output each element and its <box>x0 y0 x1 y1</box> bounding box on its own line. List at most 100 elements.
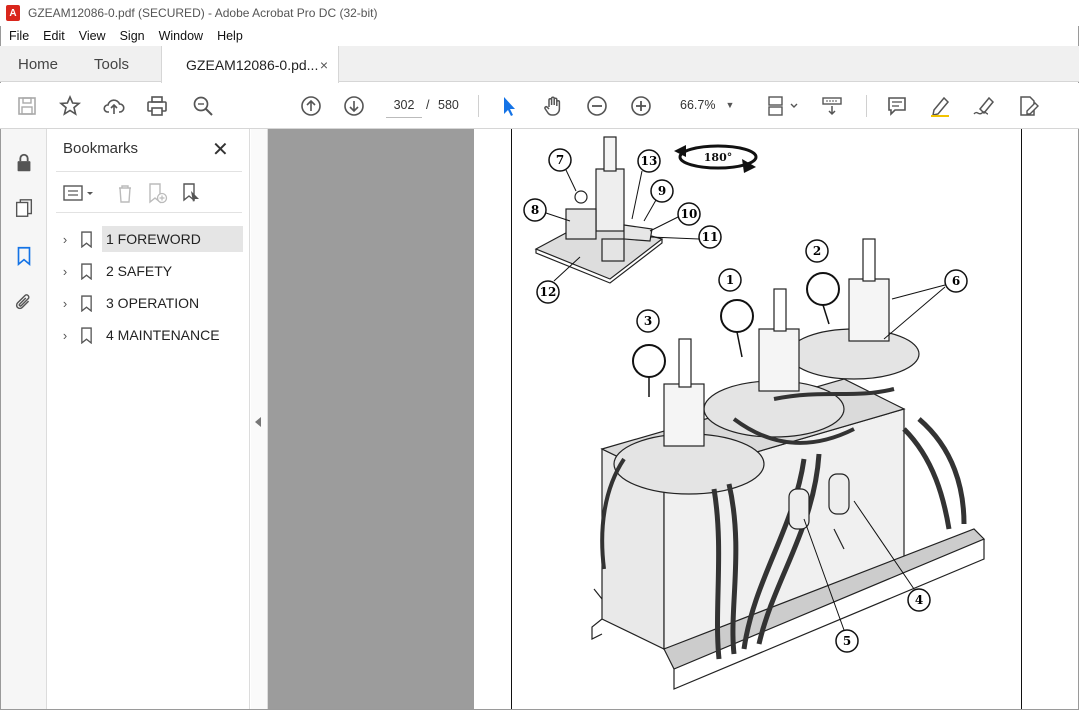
tab-tools[interactable]: Tools <box>76 46 147 82</box>
title-bar: A GZEAM12086-0.pdf (SECURED) - Adobe Acr… <box>0 0 1079 26</box>
collapse-arrow-icon <box>255 417 261 427</box>
panel-collapse-handle[interactable] <box>251 129 268 709</box>
next-page-icon[interactable] <box>341 93 367 119</box>
acrobat-app-icon: A <box>6 5 20 21</box>
bookmark-item-maintenance[interactable]: › 4 MAINTENANCE <box>56 319 246 351</box>
callout-1-label: 1 <box>726 273 734 287</box>
callout-11: 11 <box>698 225 722 249</box>
window-title: GZEAM12086-0.pdf (SECURED) - Adobe Acrob… <box>28 6 378 20</box>
rotation-indicator: 180° <box>674 144 758 173</box>
callout-8: 8 <box>523 198 547 222</box>
bookmark-item-foreword[interactable]: › 1 FOREWORD <box>56 223 246 255</box>
tab-close-icon[interactable]: × <box>320 57 328 73</box>
chevron-right-icon[interactable]: › <box>56 264 74 279</box>
sign-pen-icon[interactable] <box>971 93 997 119</box>
save-icon[interactable] <box>14 93 40 119</box>
bookmarks-toolbar <box>56 171 242 213</box>
callout-3: 3 <box>636 309 660 333</box>
new-bookmark-icon[interactable] <box>146 182 168 204</box>
callout-10-label: 10 <box>681 207 698 221</box>
callout-9-label: 9 <box>658 184 666 198</box>
menu-bar: File Edit View Sign Window Help <box>0 26 1079 46</box>
bookmark-icon <box>74 326 98 344</box>
callout-5: 5 <box>835 629 859 653</box>
menu-file[interactable]: File <box>2 29 36 43</box>
page-fit-icon[interactable] <box>762 93 802 119</box>
close-icon[interactable]: ✕ <box>212 137 229 162</box>
upload-cloud-icon[interactable] <box>101 93 127 119</box>
zoom-in-icon[interactable] <box>628 93 654 119</box>
chevron-right-icon[interactable]: › <box>56 296 74 311</box>
bookmark-icon <box>74 262 98 280</box>
edit-pdf-icon[interactable] <box>1015 93 1041 119</box>
callout-6-label: 6 <box>952 274 960 288</box>
bookmarks-panel: Bookmarks ✕ › 1 FOREWORD › 2 SAFETY › 3 <box>48 129 250 709</box>
chevron-down-icon: ▼ <box>725 100 735 110</box>
toolbar-divider <box>478 95 479 117</box>
bookmark-item-safety[interactable]: › 2 SAFETY <box>56 255 246 287</box>
bookmark-icon <box>74 230 98 248</box>
callout-7: 7 <box>548 148 572 172</box>
gauge-symbol-icon <box>632 344 666 378</box>
select-cursor-icon[interactable] <box>496 93 522 119</box>
callout-2-label: 2 <box>813 244 821 258</box>
callout-10: 10 <box>677 202 701 226</box>
rotation-label: 180° <box>704 151 732 164</box>
find-bookmark-icon[interactable] <box>180 182 202 204</box>
bookmark-label: 3 OPERATION <box>106 295 200 311</box>
zoom-value: 66.7% <box>680 98 716 112</box>
zoom-out-icon[interactable] <box>584 93 610 119</box>
callout-9: 9 <box>650 179 674 203</box>
callout-2: 2 <box>805 239 829 263</box>
tab-document[interactable]: GZEAM12086-0.pd... × <box>161 46 340 83</box>
print-icon[interactable] <box>144 93 170 119</box>
left-navigation-rail <box>1 129 47 709</box>
callout-12-label: 12 <box>540 285 557 299</box>
tab-home[interactable]: Home <box>0 46 76 82</box>
bookmarks-panel-icon[interactable] <box>12 244 36 268</box>
menu-view[interactable]: View <box>72 29 113 43</box>
bookmarks-panel-title: Bookmarks <box>63 140 139 157</box>
tab-document-label: GZEAM12086-0.pd... <box>186 56 319 73</box>
callout-4-label: 4 <box>915 593 923 607</box>
scroll-mode-icon[interactable] <box>818 93 846 119</box>
bookmark-icon <box>74 294 98 312</box>
callout-4: 4 <box>907 588 931 612</box>
zoom-dropdown[interactable]: 66.7% ▼ <box>672 92 742 118</box>
page-total: 580 <box>438 98 459 112</box>
pdf-page[interactable]: 180° 1 2 3 4 5 6 7 8 9 10 11 12 13 <box>474 129 1078 709</box>
callout-8-label: 8 <box>531 203 539 217</box>
callout-13: 13 <box>637 149 661 173</box>
pages-thumbnail-icon[interactable] <box>12 196 36 220</box>
chevron-right-icon[interactable]: › <box>56 328 74 343</box>
gauge-symbol-icon <box>806 272 840 306</box>
callout-3-label: 3 <box>644 314 652 328</box>
attachment-paperclip-icon[interactable] <box>12 290 36 314</box>
delete-bookmark-icon[interactable] <box>114 182 136 204</box>
bookmark-options-icon[interactable] <box>62 182 98 204</box>
comment-icon[interactable] <box>884 93 910 119</box>
chevron-right-icon[interactable]: › <box>56 232 74 247</box>
menu-sign[interactable]: Sign <box>113 29 152 43</box>
toolbar-divider <box>866 95 867 117</box>
callout-13-label: 13 <box>641 154 658 168</box>
menu-help[interactable]: Help <box>210 29 250 43</box>
bookmark-label: 1 FOREWORD <box>102 226 243 252</box>
previous-page-icon[interactable] <box>298 93 324 119</box>
technical-illustration: 180° 1 2 3 4 5 6 7 8 9 10 11 12 13 <box>523 136 986 690</box>
menu-window[interactable]: Window <box>152 29 210 43</box>
callout-6: 6 <box>944 269 968 293</box>
callout-5-label: 5 <box>843 634 851 648</box>
menu-edit[interactable]: Edit <box>36 29 72 43</box>
bookmark-item-operation[interactable]: › 3 OPERATION <box>56 287 246 319</box>
callout-7-label: 7 <box>556 153 564 167</box>
page-number-input[interactable]: 302 <box>386 92 422 118</box>
bookmark-star-icon[interactable] <box>57 93 83 119</box>
lock-icon[interactable] <box>12 151 36 175</box>
search-zoom-icon[interactable] <box>190 93 216 119</box>
hand-tool-icon[interactable] <box>540 93 566 119</box>
highlight-pen-icon[interactable] <box>927 93 953 119</box>
callout-1: 1 <box>718 268 742 292</box>
tab-bar: Home Tools GZEAM12086-0.pd... × <box>0 46 1079 83</box>
bookmarks-list: › 1 FOREWORD › 2 SAFETY › 3 OPERATION › … <box>56 223 246 351</box>
